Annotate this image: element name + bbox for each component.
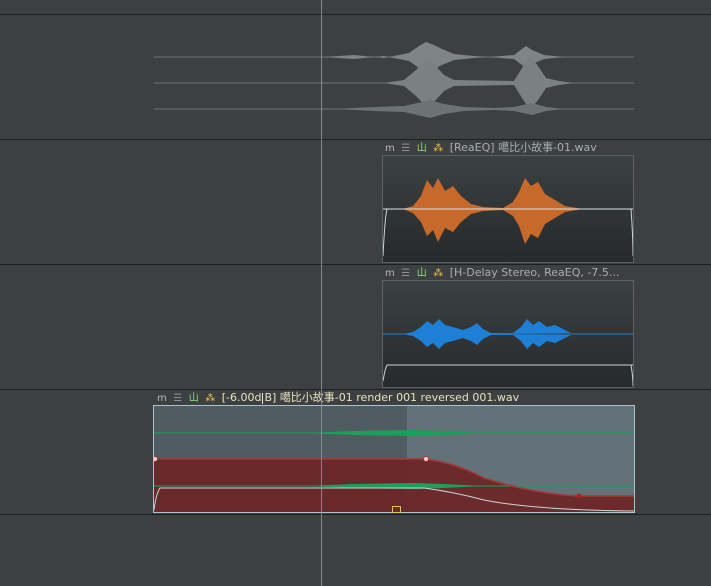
envelope-icon[interactable]: 山 [189, 392, 199, 405]
fx-icon[interactable]: ⁂ [205, 392, 215, 405]
ghost-waveform [154, 42, 634, 118]
media-item-eq[interactable] [382, 155, 634, 263]
item-file-name: 噶比小故事-01.wav [498, 141, 597, 154]
m-icon[interactable]: m [157, 392, 167, 405]
reversed-waveform [154, 406, 634, 512]
item-volume-label-end: B] [264, 391, 277, 404]
lanes-icon[interactable]: ☰ [401, 267, 410, 280]
track-divider [0, 389, 711, 390]
delay-waveform [383, 319, 633, 387]
arrange-view[interactable]: m ☰ 山 ⁂ [ReaEQ] 噶比小故事-01.wav m ☰ 山 ⁂ [H-… [0, 0, 711, 586]
track-1-waveform [154, 40, 634, 125]
item-fx-label: [H-Delay Stereo, ReaEQ, -7.5... [449, 266, 620, 279]
time-selection-marker[interactable] [392, 506, 401, 513]
eq-waveform [383, 178, 633, 257]
edit-cursor[interactable] [321, 0, 322, 586]
lanes-icon[interactable]: ☰ [401, 142, 410, 155]
item-header[interactable]: m ☰ 山 ⁂ [ReaEQ] 噶比小故事-01.wav [385, 141, 635, 155]
track-divider [0, 264, 711, 265]
item-header[interactable]: m ☰ 山 ⁂ [-6.00d B] 噶比小故事-01 render 001 re… [157, 391, 635, 405]
track-divider [0, 139, 711, 140]
item-volume-label: [-6.00d [221, 391, 262, 404]
item-file-name: 噶比小故事-01 render 001 reversed 001.wav [279, 391, 520, 404]
item-fx-label: [ReaEQ] [449, 141, 495, 154]
m-icon[interactable]: m [385, 142, 395, 155]
lanes-icon[interactable]: ☰ [173, 392, 182, 405]
track-divider [0, 514, 711, 515]
media-item-delay[interactable] [382, 280, 634, 388]
fx-icon[interactable]: ⁂ [433, 267, 443, 280]
item-header[interactable]: m ☰ 山 ⁂ [H-Delay Stereo, ReaEQ, -7.5... [385, 266, 635, 280]
track-divider [0, 14, 711, 15]
m-icon[interactable]: m [385, 267, 395, 280]
envelope-icon[interactable]: 山 [417, 142, 427, 155]
envelope-icon[interactable]: 山 [417, 267, 427, 280]
fx-icon[interactable]: ⁂ [433, 142, 443, 155]
media-item-reversed[interactable] [153, 405, 635, 513]
